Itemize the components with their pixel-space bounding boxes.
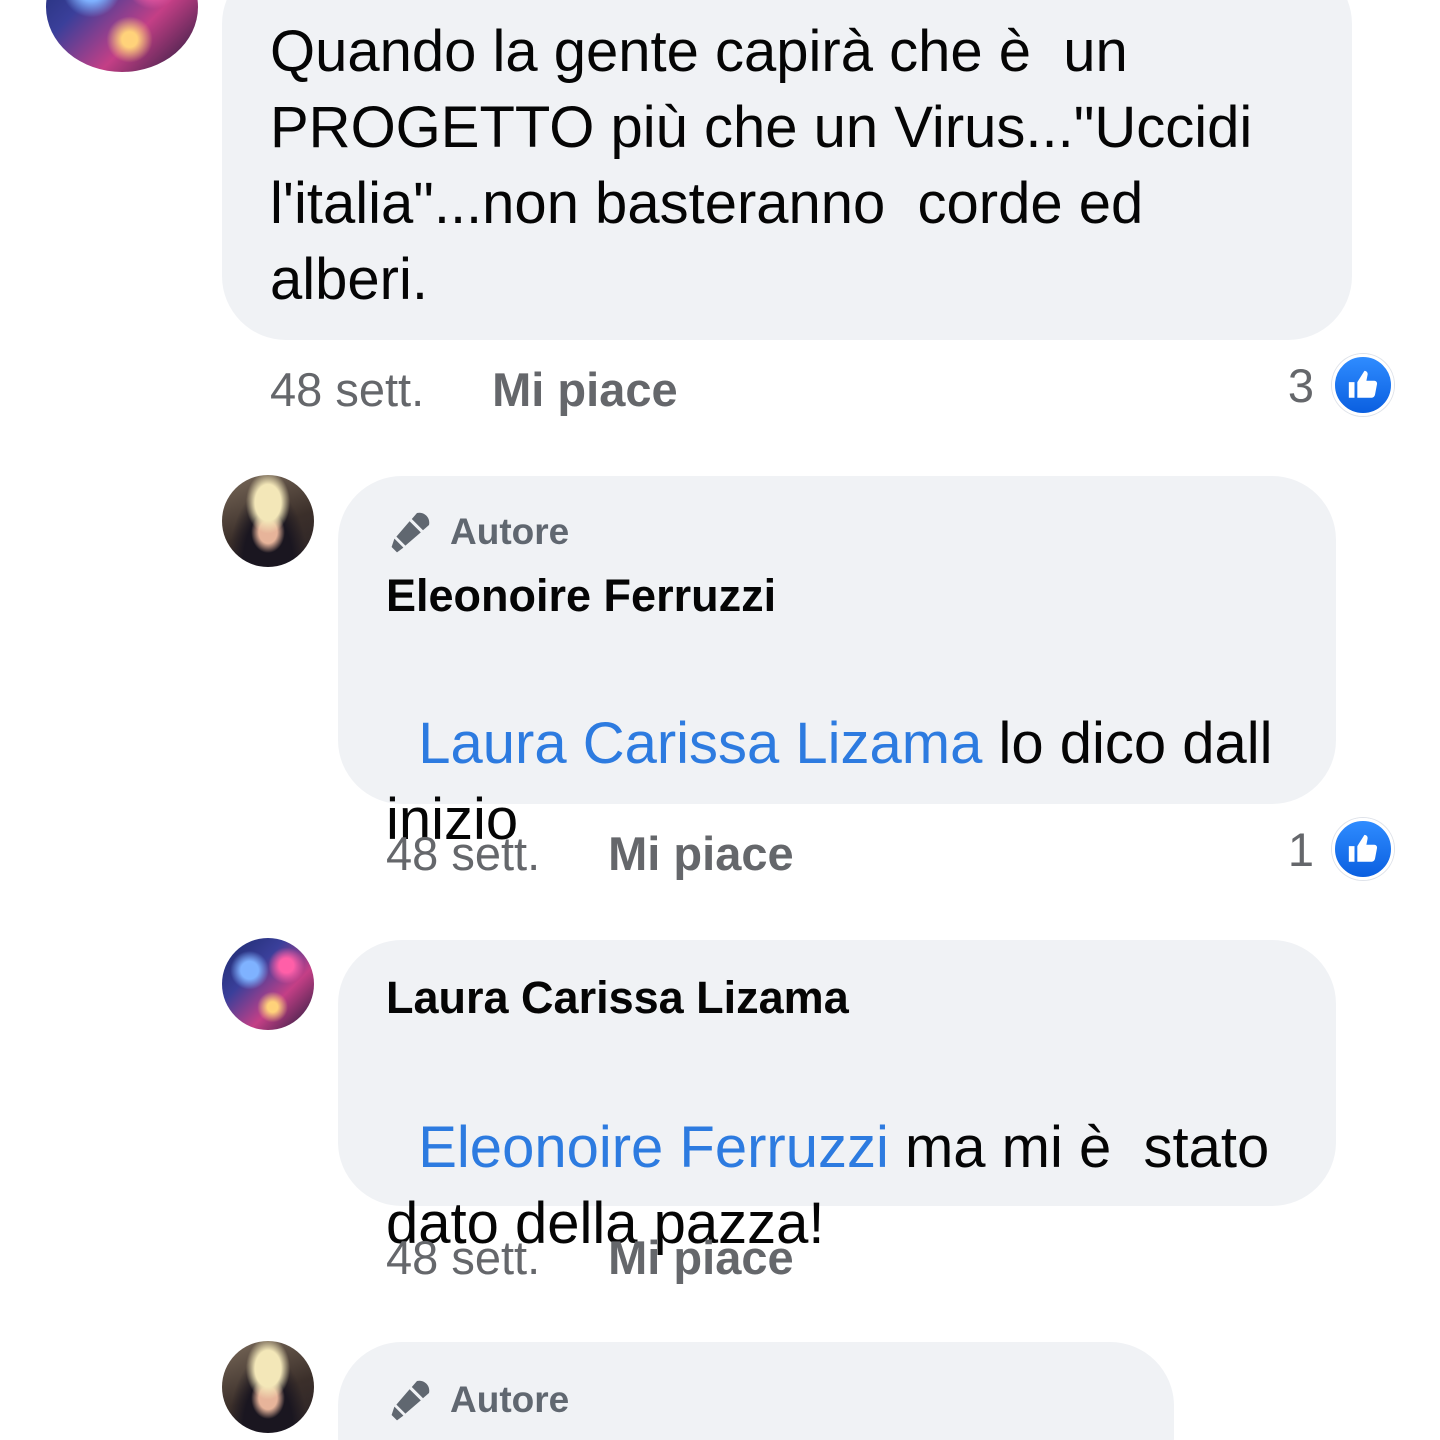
commenter-avatar[interactable]	[46, 0, 198, 72]
reply-text-line1: ma mi è stato	[888, 1115, 1270, 1180]
author-avatar[interactable]	[222, 1341, 314, 1433]
comment-text: Quando la gente capirà che è un PROGETTO…	[270, 19, 1253, 312]
reaction-summary[interactable]: 1	[1288, 818, 1394, 880]
comment-timestamp[interactable]: 48 sett.	[386, 1230, 540, 1285]
commenter-avatar[interactable]	[222, 938, 314, 1030]
microphone-icon	[391, 1380, 430, 1421]
comment-timestamp[interactable]: 48 sett.	[270, 362, 424, 417]
author-badge-label: Autore	[450, 511, 570, 552]
mention-link[interactable]: Eleonoire Ferruzzi	[418, 1115, 889, 1180]
reaction-count: 3	[1287, 358, 1314, 412]
comment-timestamp[interactable]: 48 sett.	[386, 826, 540, 881]
author-badge: Autore	[386, 1376, 569, 1424]
comment-meta: 48 sett. Mi piace	[270, 362, 678, 417]
reply-text: Eleonoire Ferruzzi ma mi è stato dato del…	[386, 1034, 1326, 1262]
author-badge: Autore	[386, 508, 569, 556]
commenter-name[interactable]: Laura Carissa Lizama	[386, 972, 849, 1024]
like-button[interactable]: Mi piace	[492, 362, 677, 417]
reaction-count: 1	[1287, 822, 1314, 876]
thumbs-up-icon	[1332, 354, 1394, 416]
comment-meta: 48 sett. Mi piace	[386, 1230, 794, 1285]
mention-link[interactable]: Laura Carissa Lizama	[418, 711, 982, 776]
commenter-name[interactable]: Eleonoire Ferruzzi	[386, 570, 776, 622]
like-button[interactable]: Mi piace	[608, 1230, 793, 1285]
author-badge-label: Autore	[450, 1379, 570, 1420]
like-button[interactable]: Mi piace	[608, 826, 793, 881]
thumbs-up-icon	[1332, 818, 1394, 880]
author-avatar[interactable]	[222, 475, 314, 567]
reaction-summary[interactable]: 3	[1288, 354, 1394, 416]
microphone-icon	[391, 512, 430, 553]
reply-text: Laura Carissa Lizama lo dico dall inizio	[386, 630, 1326, 858]
reply-text-line1: lo dico dall	[982, 711, 1273, 776]
comment-meta: 48 sett. Mi piace	[386, 826, 794, 881]
